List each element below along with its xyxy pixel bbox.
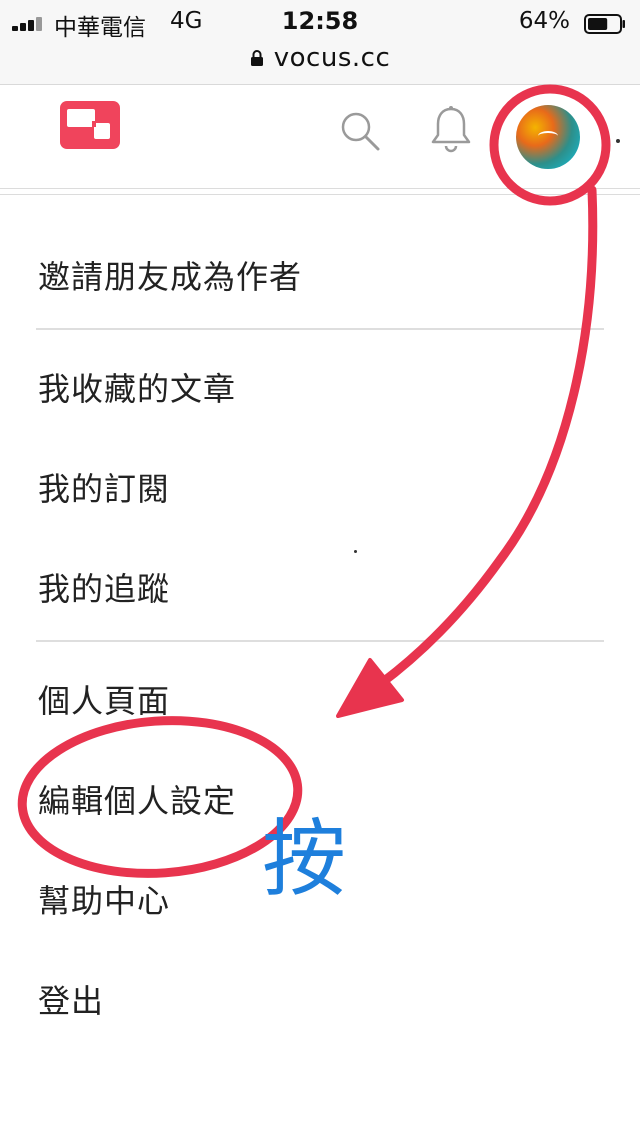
menu-item-profile-page[interactable]: 個人頁面 bbox=[38, 676, 170, 722]
menu-item-logout[interactable]: 登出 bbox=[38, 976, 104, 1022]
battery-percent: 64% bbox=[518, 8, 570, 34]
header-divider bbox=[0, 188, 640, 189]
search-icon[interactable] bbox=[338, 109, 382, 153]
avatar[interactable] bbox=[516, 105, 580, 169]
menu-item-following[interactable]: 我的追蹤 bbox=[38, 564, 170, 610]
menu-item-help-center[interactable]: 幫助中心 bbox=[38, 876, 170, 922]
browser-status-bar: 中華電信 4G 12:58 64% vocus.cc bbox=[0, 0, 640, 85]
battery-icon bbox=[584, 14, 625, 34]
vocus-logo-icon[interactable] bbox=[60, 101, 120, 149]
press-annotation-label: 按 bbox=[262, 810, 347, 908]
menu-divider bbox=[36, 328, 604, 330]
annotation-arrow-head bbox=[336, 658, 404, 718]
status-row: 中華電信 4G 12:58 64% bbox=[0, 4, 640, 41]
lock-icon bbox=[250, 50, 263, 66]
url-text: vocus.cc bbox=[273, 43, 391, 73]
menu-item-edit-settings[interactable]: 編輯個人設定 bbox=[38, 776, 236, 822]
more-dot bbox=[616, 139, 620, 143]
bell-icon[interactable] bbox=[430, 105, 472, 153]
menu-item-saved-articles[interactable]: 我收藏的文章 bbox=[38, 364, 236, 410]
address-bar[interactable]: vocus.cc bbox=[0, 40, 640, 76]
annotation-arrow-shaft bbox=[367, 185, 598, 695]
menu-item-invite-friends[interactable]: 邀請朋友成為作者 bbox=[38, 252, 302, 298]
app-header bbox=[0, 85, 640, 189]
menu-divider bbox=[36, 640, 604, 642]
menu-top-divider bbox=[0, 194, 640, 195]
menu-item-subscriptions[interactable]: 我的訂閱 bbox=[38, 464, 170, 510]
stray-dot bbox=[354, 550, 357, 553]
